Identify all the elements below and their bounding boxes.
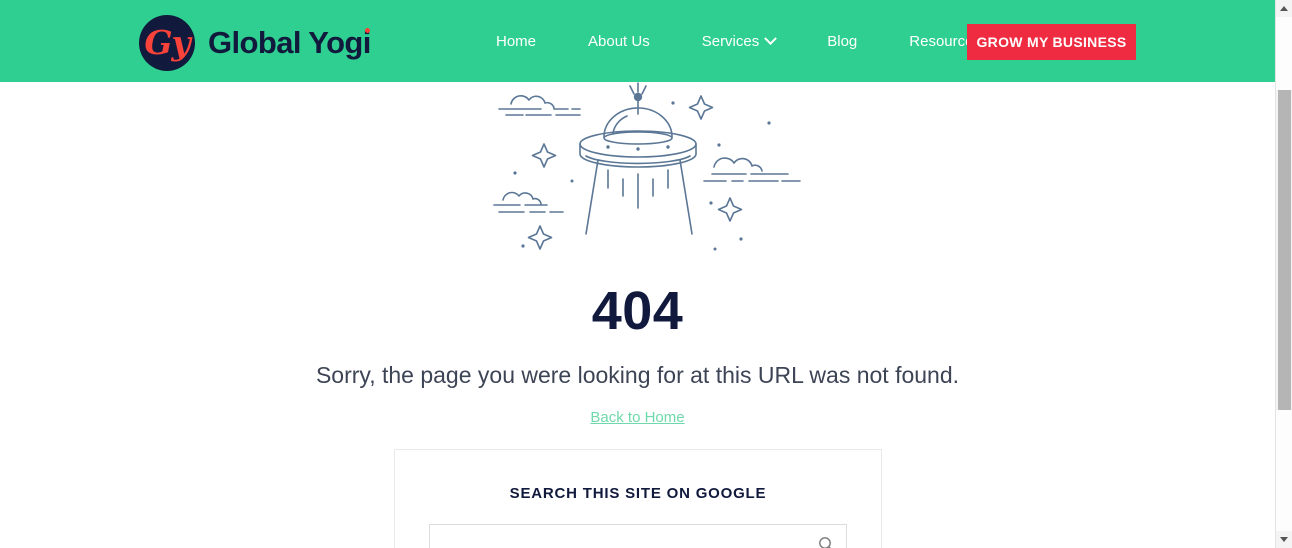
page-content: Gy Global Yogi Home About Us Services Bl… [0, 0, 1275, 548]
main-content: 404 Sorry, the page you were looking for… [0, 82, 1275, 427]
chevron-down-icon [764, 31, 778, 45]
brand-name-text: Global Yogi [208, 25, 371, 60]
nav-label-about-us: About Us [588, 32, 650, 50]
vertical-scrollbar[interactable] [1275, 0, 1292, 548]
site-header: Gy Global Yogi Home About Us Services Bl… [0, 0, 1275, 82]
brand-logo-link[interactable]: Gy Global Yogi [139, 15, 371, 71]
nav-item-services[interactable]: Services [676, 31, 802, 50]
nav-label-home: Home [496, 32, 537, 50]
search-field-row [429, 524, 847, 548]
scrollbar-track-above-thumb[interactable] [1276, 17, 1292, 90]
nav-item-home[interactable]: Home [470, 34, 562, 49]
search-input[interactable] [430, 525, 806, 548]
triangle-up-icon [1280, 6, 1288, 11]
search-icon [818, 536, 831, 548]
global-yogi-logo-icon: Gy [139, 15, 195, 71]
triangle-down-icon [1280, 537, 1288, 542]
nav-label-services: Services [701, 32, 760, 50]
scrollbar-thumb[interactable] [1278, 90, 1291, 410]
nav-item-blog[interactable]: Blog [801, 34, 883, 49]
back-to-home-link[interactable]: Back to Home [590, 409, 684, 426]
grow-my-business-button[interactable]: GROW MY BUSINESS [967, 24, 1136, 60]
search-submit-button[interactable] [806, 525, 846, 548]
logo-monogram: Gy [144, 23, 190, 62]
error-message-text: Sorry, the page you were looking for at … [315, 362, 960, 388]
ufo-illustration-icon [492, 82, 801, 251]
search-card-title: SEARCH THIS SITE ON GOOGLE [509, 485, 767, 502]
search-site-card: SEARCH THIS SITE ON GOOGLE [394, 449, 882, 548]
error-code-heading: 404 [591, 281, 684, 341]
brand-wordmark: Global Yogi [208, 25, 371, 61]
scroll-down-button[interactable] [1276, 531, 1292, 548]
scrollbar-track-below-thumb[interactable] [1276, 410, 1292, 531]
scroll-up-button[interactable] [1276, 0, 1292, 17]
brand-accent-dot-icon [364, 28, 370, 33]
nav-label-blog: Blog [827, 32, 858, 50]
nav-item-about-us[interactable]: About Us [562, 34, 676, 49]
browser-viewport: Gy Global Yogi Home About Us Services Bl… [0, 0, 1292, 548]
